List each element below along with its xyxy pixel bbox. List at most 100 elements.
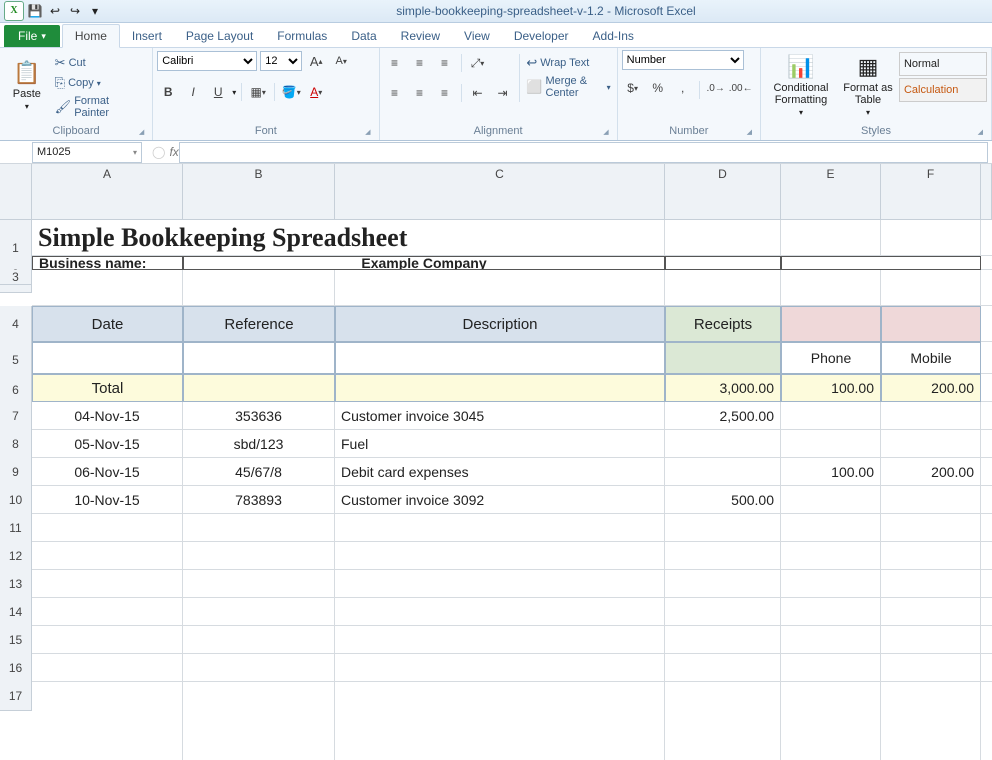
cell-gap[interactable] <box>981 570 992 598</box>
column-header-B[interactable]: B <box>183 164 335 220</box>
cell-gap[interactable] <box>981 256 992 270</box>
bold-button[interactable]: B <box>157 81 179 103</box>
cell-16-2[interactable] <box>335 654 665 682</box>
style-calculation[interactable]: Calculation <box>899 78 987 102</box>
column-header-D[interactable]: D <box>665 164 781 220</box>
undo-icon[interactable]: ↩ <box>46 2 64 20</box>
row-header-16[interactable]: 16 <box>0 654 32 683</box>
cell-14-5[interactable] <box>881 598 981 626</box>
cell-14-4[interactable] <box>781 598 881 626</box>
increase-indent-button[interactable]: ⇥ <box>492 82 514 104</box>
cell-date-2[interactable]: 06-Nov-15 <box>32 458 183 486</box>
cell-11-3[interactable] <box>665 514 781 542</box>
cell-date-1[interactable]: 05-Nov-15 <box>32 430 183 458</box>
cell-r3-0[interactable] <box>32 270 183 306</box>
italic-button[interactable]: I <box>182 81 204 103</box>
cell-16-0[interactable] <box>32 654 183 682</box>
cell-12-4[interactable] <box>781 542 881 570</box>
hdr-ref[interactable]: Reference <box>183 306 335 342</box>
cell-mobile-1[interactable] <box>881 430 981 458</box>
copy-button[interactable]: ⎘Copy▾ <box>53 74 149 92</box>
cell-ref-1[interactable]: sbd/123 <box>183 430 335 458</box>
wrap-text-button[interactable]: ↩Wrap Text <box>524 54 612 72</box>
format-as-table-button[interactable]: ▦ Format as Table▾ <box>840 50 896 121</box>
hdr-pink-2[interactable] <box>881 306 981 342</box>
comma-button[interactable]: , <box>672 77 694 99</box>
align-left-button[interactable]: ≡ <box>384 82 406 104</box>
sub-desc[interactable] <box>335 342 665 374</box>
cell-16-5[interactable] <box>881 654 981 682</box>
cell-E2[interactable] <box>781 256 981 270</box>
save-icon[interactable]: 💾 <box>26 2 44 20</box>
cell-desc-2[interactable]: Debit card expenses <box>335 458 665 486</box>
cell-14-1[interactable] <box>183 598 335 626</box>
decrease-decimal-button[interactable]: .00← <box>730 77 752 99</box>
total-mobile[interactable]: 200.00 <box>881 374 981 402</box>
border-button[interactable]: ▦▾ <box>247 81 269 103</box>
cell-15-4[interactable] <box>781 626 881 654</box>
cell-mobile-0[interactable] <box>881 402 981 430</box>
row-header-17[interactable]: 17 <box>0 682 32 711</box>
cell-title[interactable]: Simple Bookkeeping Spreadsheet <box>32 220 665 256</box>
cell-date-0[interactable]: 04-Nov-15 <box>32 402 183 430</box>
cell-gap[interactable] <box>981 458 992 486</box>
cell-mobile-2[interactable]: 200.00 <box>881 458 981 486</box>
cell-r3-1[interactable] <box>183 270 335 306</box>
cell-E1[interactable] <box>781 220 881 256</box>
cell-17-2[interactable] <box>335 682 665 760</box>
row-header-12[interactable]: 12 <box>0 542 32 571</box>
tab-data[interactable]: Data <box>339 25 388 47</box>
cell-15-2[interactable] <box>335 626 665 654</box>
percent-button[interactable]: % <box>647 77 669 99</box>
cell-15-5[interactable] <box>881 626 981 654</box>
cell-12-0[interactable] <box>32 542 183 570</box>
tab-addins[interactable]: Add-Ins <box>581 25 646 47</box>
sub-ref[interactable] <box>183 342 335 374</box>
cell-mobile-3[interactable] <box>881 486 981 514</box>
cell-11-5[interactable] <box>881 514 981 542</box>
cell-16-3[interactable] <box>665 654 781 682</box>
cell-13-4[interactable] <box>781 570 881 598</box>
shrink-font-button[interactable]: A▾ <box>330 50 352 72</box>
cell-r3-2[interactable] <box>335 270 665 306</box>
select-all-corner[interactable] <box>0 164 32 220</box>
total-label[interactable]: Total <box>32 374 183 402</box>
cell-17-4[interactable] <box>781 682 881 760</box>
sub-mobile[interactable]: Mobile <box>881 342 981 374</box>
cell-business-label[interactable]: Business name: <box>32 256 183 270</box>
row-header-3[interactable]: 3 <box>0 270 32 285</box>
align-middle-button[interactable]: ≡ <box>409 52 431 74</box>
cell-15-1[interactable] <box>183 626 335 654</box>
cell-date-3[interactable]: 10-Nov-15 <box>32 486 183 514</box>
number-format-select[interactable]: Number <box>622 50 744 70</box>
cell-17-3[interactable] <box>665 682 781 760</box>
tab-developer[interactable]: Developer <box>502 25 581 47</box>
column-header-C[interactable]: C <box>335 164 665 220</box>
cell-gap[interactable] <box>981 430 992 458</box>
cell-16-1[interactable] <box>183 654 335 682</box>
hdr-receipts[interactable]: Receipts <box>665 306 781 342</box>
cell-ref-2[interactable]: 45/67/8 <box>183 458 335 486</box>
cell-12-3[interactable] <box>665 542 781 570</box>
accounting-format-button[interactable]: $▾ <box>622 77 644 99</box>
tab-file[interactable]: File <box>4 25 60 47</box>
cell-13-5[interactable] <box>881 570 981 598</box>
sub-receipts[interactable] <box>665 342 781 374</box>
row-header-10[interactable]: 10 <box>0 486 32 515</box>
font-name-select[interactable]: Calibri <box>157 51 257 71</box>
row-header-9[interactable]: 9 <box>0 458 32 487</box>
align-right-button[interactable]: ≡ <box>434 82 456 104</box>
cell-15-3[interactable] <box>665 626 781 654</box>
align-center-button[interactable]: ≡ <box>409 82 431 104</box>
cell-gap[interactable] <box>981 342 992 374</box>
cell-receipts-0[interactable]: 2,500.00 <box>665 402 781 430</box>
cell-D1[interactable] <box>665 220 781 256</box>
cell-gap[interactable] <box>981 220 992 256</box>
cell-11-0[interactable] <box>32 514 183 542</box>
cell-gap[interactable] <box>981 514 992 542</box>
cell-14-3[interactable] <box>665 598 781 626</box>
hdr-date[interactable]: Date <box>32 306 183 342</box>
cell-11-1[interactable] <box>183 514 335 542</box>
row-header-13[interactable]: 13 <box>0 570 32 599</box>
row-header-7[interactable]: 7 <box>0 402 32 431</box>
